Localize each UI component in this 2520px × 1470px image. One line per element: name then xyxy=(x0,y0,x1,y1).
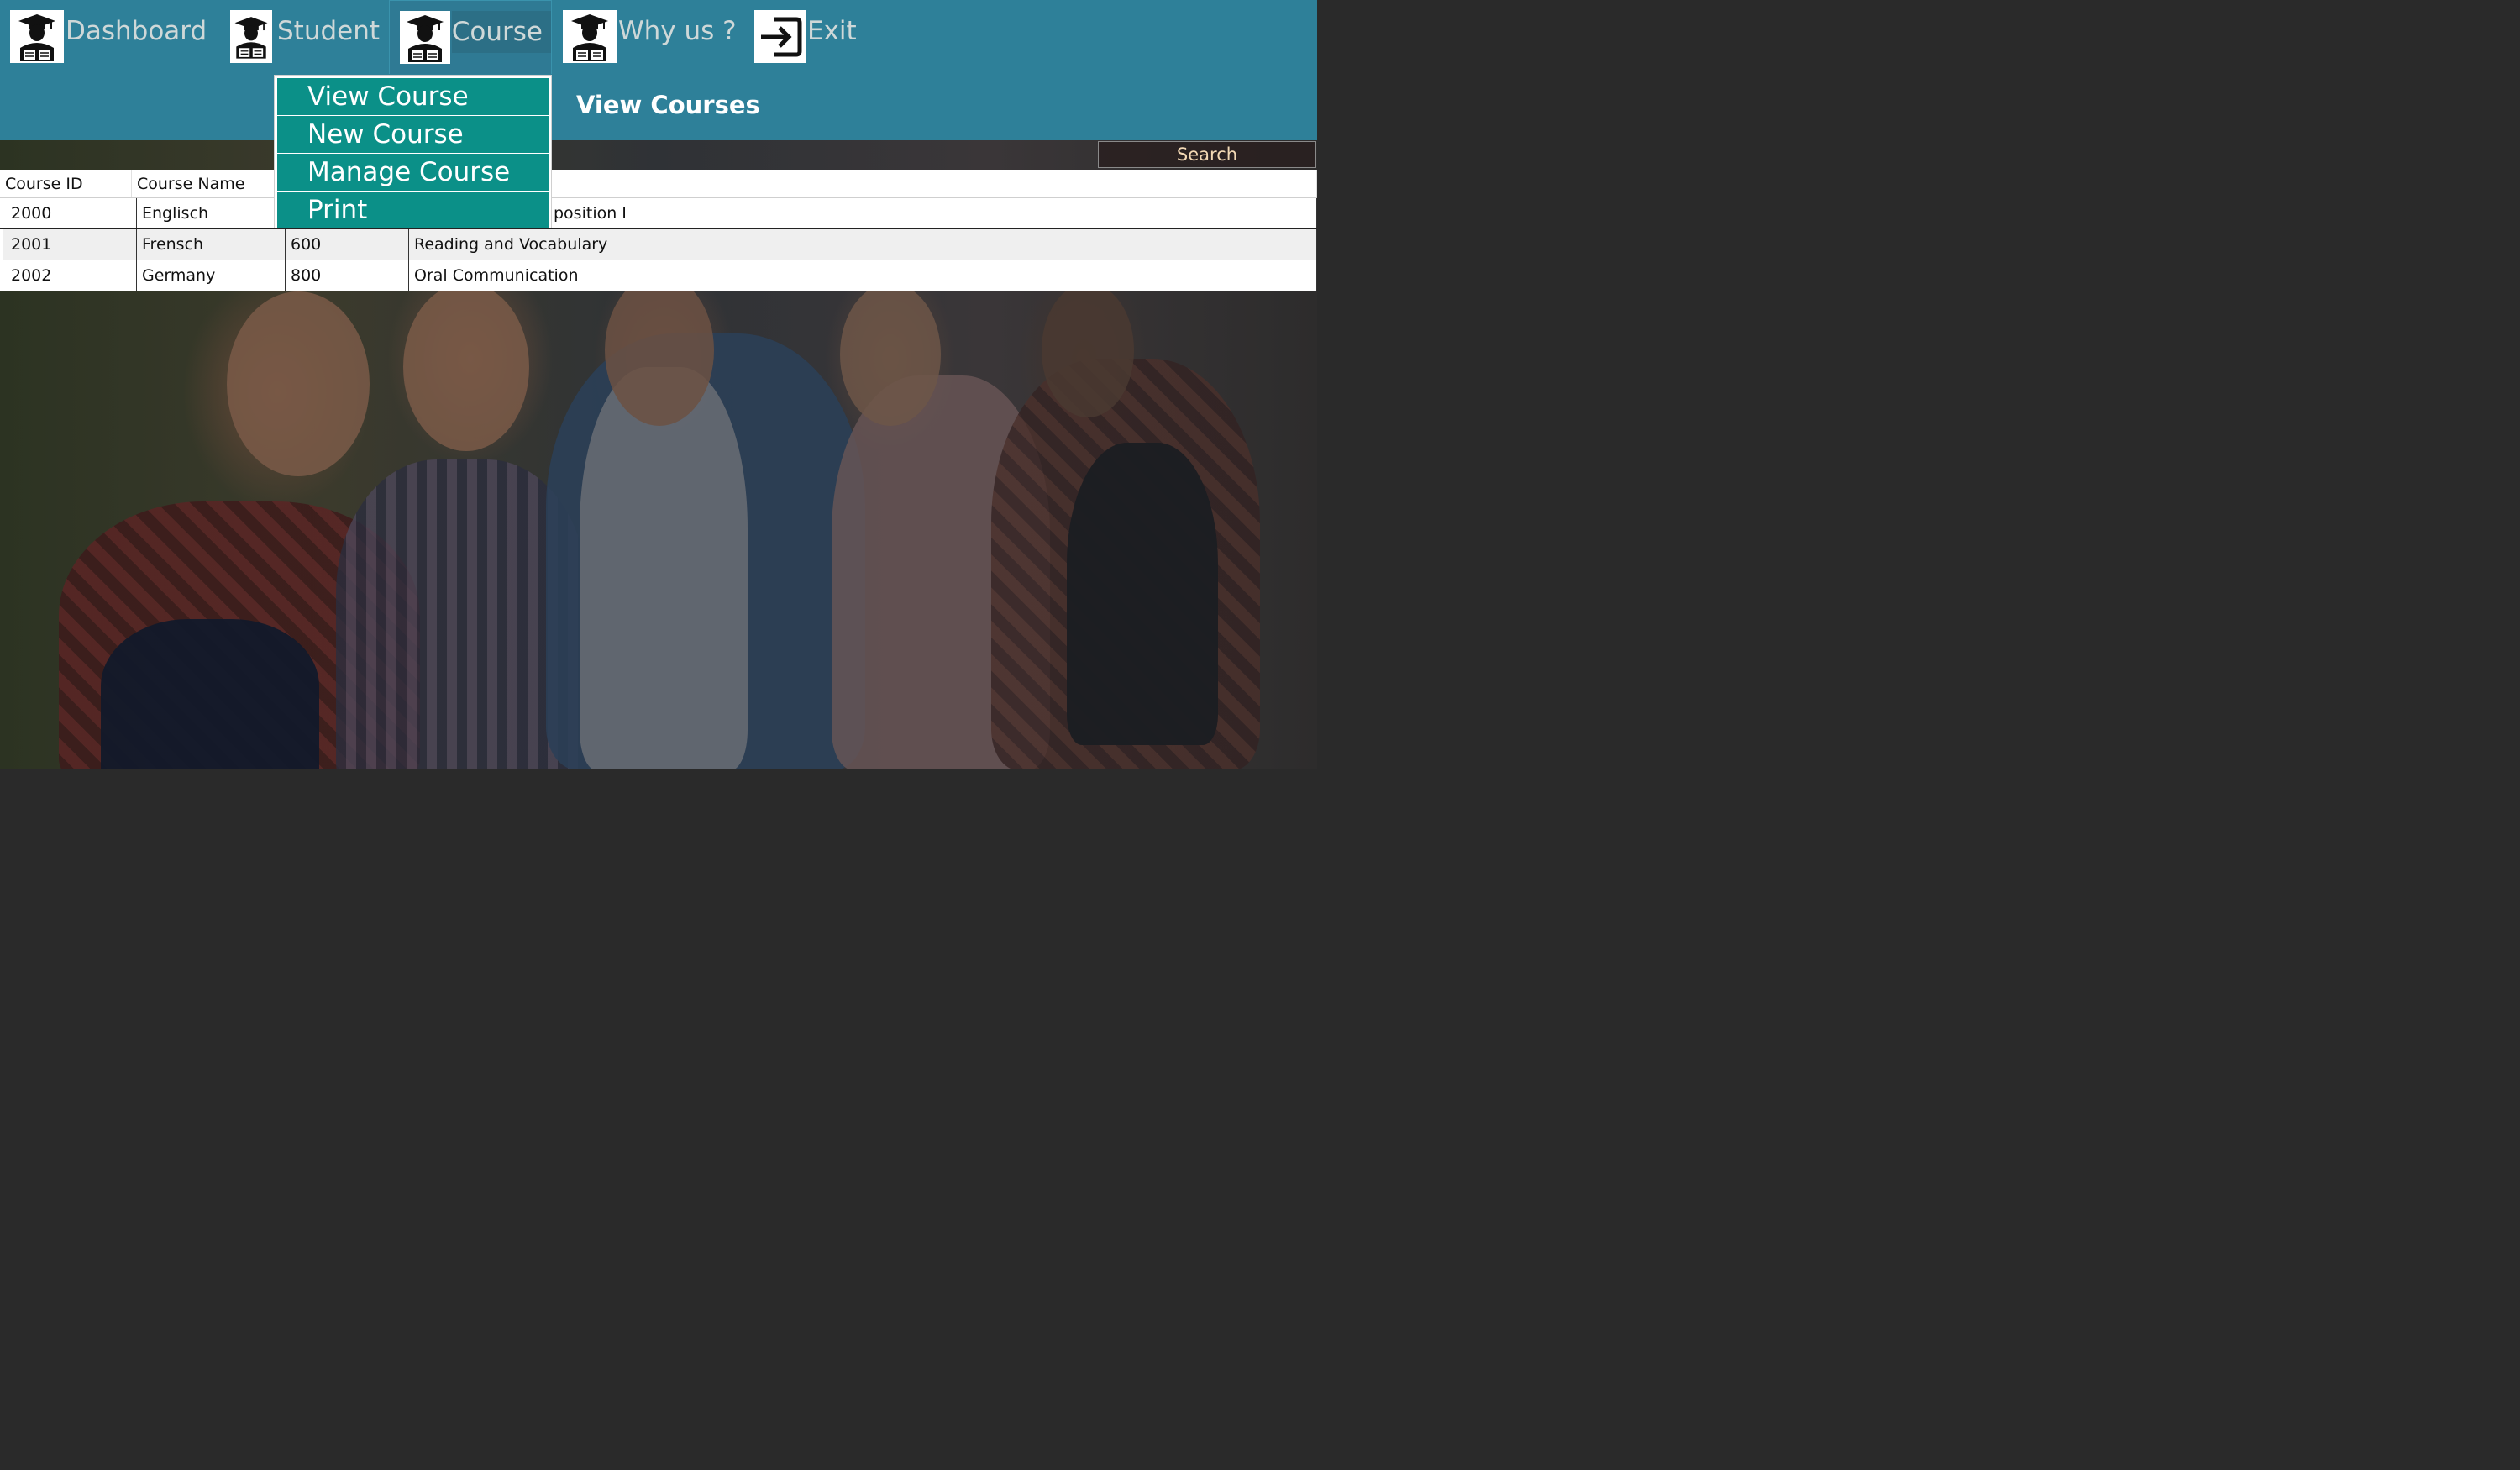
table-cell[interactable]: Oral Communication xyxy=(409,260,1317,291)
search-input[interactable]: Search xyxy=(1098,141,1316,168)
table-cell[interactable]: Germany xyxy=(137,260,286,291)
table-row[interactable]: 2002 Germany 800 Oral Communication xyxy=(0,260,1317,291)
nav-dashboard[interactable]: Dashboard xyxy=(10,0,207,74)
nav-course[interactable]: Course xyxy=(389,0,552,74)
table-header: Course ID Course Name xyxy=(0,170,1317,198)
nav-dashboard-label: Dashboard xyxy=(66,16,207,46)
top-nav-bar: Dashboard Student Course Why us ? Exit V… xyxy=(0,0,1317,140)
table-cell[interactable]: 600 xyxy=(286,229,409,260)
nav-why-us[interactable]: Why us ? xyxy=(563,0,737,74)
nav-why-us-label: Why us ? xyxy=(618,16,737,46)
nav-course-label: Course xyxy=(451,11,551,53)
nav-exit[interactable]: Exit xyxy=(754,0,857,74)
course-dropdown-menu: View Course New Course Manage Course Pri… xyxy=(274,75,552,228)
page-title: View Courses xyxy=(576,91,760,119)
table-cell[interactable]: Reading and Vocabulary xyxy=(409,229,1317,260)
graduate-reading-icon xyxy=(230,10,272,63)
table-cell[interactable]: 2002 xyxy=(0,260,137,291)
course-table: Course ID Course Name 2000 Englisch posi… xyxy=(0,170,1317,291)
graduate-reading-icon xyxy=(400,11,450,64)
table-row[interactable]: 2001 Frensch 600 Reading and Vocabulary xyxy=(0,229,1317,260)
nav-exit-label: Exit xyxy=(807,16,857,46)
table-row[interactable]: 2000 Englisch position I xyxy=(0,198,1317,229)
column-header-course-id[interactable]: Course ID xyxy=(0,170,132,197)
nav-student-label: Student xyxy=(277,16,381,46)
menu-item-manage-course[interactable]: Manage Course xyxy=(277,154,549,191)
nav-student[interactable]: Student xyxy=(230,0,380,74)
column-header-course-name[interactable]: Course Name xyxy=(132,170,286,197)
graduate-reading-icon xyxy=(563,10,617,63)
exit-icon xyxy=(754,10,806,63)
table-cell[interactable]: 2000 xyxy=(0,198,137,228)
graduate-reading-icon xyxy=(10,10,64,63)
menu-item-view-course[interactable]: View Course xyxy=(277,78,549,115)
table-cell[interactable]: 2001 xyxy=(0,229,137,260)
menu-item-new-course[interactable]: New Course xyxy=(277,116,549,153)
menu-item-print[interactable]: Print xyxy=(277,192,549,228)
table-cell[interactable]: Englisch xyxy=(137,198,286,228)
table-cell[interactable]: 800 xyxy=(286,260,409,291)
table-cell[interactable]: Frensch xyxy=(137,229,286,260)
